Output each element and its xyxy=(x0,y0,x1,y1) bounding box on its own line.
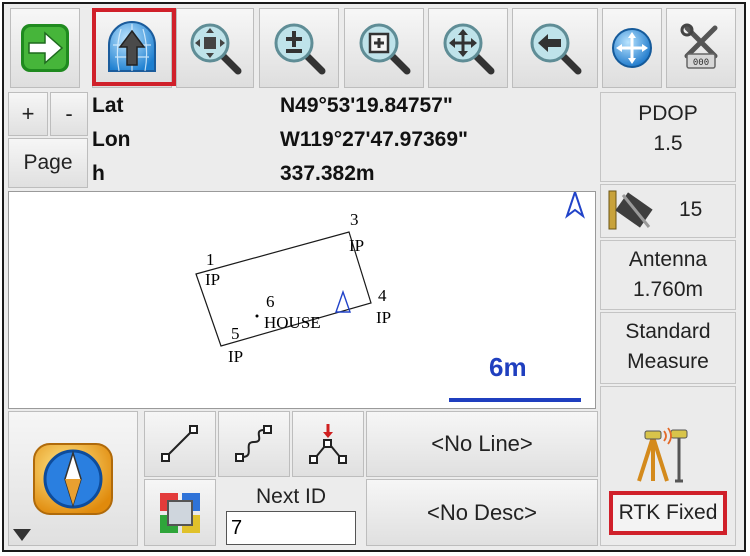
zoom-window-icon xyxy=(359,23,411,75)
compass-icon xyxy=(33,442,113,515)
tools-icon: 000 xyxy=(680,23,718,69)
layers-button[interactable] xyxy=(144,479,216,546)
plus-button[interactable]: + xyxy=(8,92,48,136)
pan-icon xyxy=(443,23,495,75)
point-1-num: 1 xyxy=(206,250,215,269)
tools-button[interactable]: 000 xyxy=(666,8,736,88)
measure-mode-line1: Standard xyxy=(625,320,711,343)
lon-value: W119°27'47.97369" xyxy=(280,128,468,151)
zoom-extents-icon xyxy=(190,23,242,75)
map-view[interactable]: 1 IP 3 IP 4 IP 5 IP 6 HOUSE 6m xyxy=(8,191,596,409)
zoom-previous-button[interactable] xyxy=(512,8,598,88)
svg-text:000: 000 xyxy=(693,58,709,68)
lat-label: Lat xyxy=(92,94,124,117)
point-4-code: IP xyxy=(376,308,392,327)
satellite-count: 15 xyxy=(679,198,703,221)
selected-tool-highlight xyxy=(92,8,176,86)
zoom-previous-icon xyxy=(530,23,582,75)
stakeout-button[interactable] xyxy=(8,411,138,546)
point-3-code: IP xyxy=(349,236,365,255)
satellite-icon xyxy=(608,190,653,230)
globe-button[interactable] xyxy=(602,8,662,88)
rtk-status-label: RTK Fixed xyxy=(609,491,727,535)
description-selector-button[interactable]: <No Desc> xyxy=(366,479,598,546)
globe-icon xyxy=(612,28,652,68)
point-5-num: 5 xyxy=(231,324,240,343)
pdop-panel[interactable]: PDOP 1.5 xyxy=(600,92,736,182)
height-value: 337.382m xyxy=(280,162,375,185)
satellite-panel[interactable]: 15 xyxy=(600,184,736,238)
lat-value: N49°53'19.84757" xyxy=(280,94,453,117)
height-label: h xyxy=(92,162,105,185)
north-arrow-icon xyxy=(565,192,585,219)
point-4-num: 4 xyxy=(378,286,387,305)
line-tool-button[interactable] xyxy=(144,411,216,477)
zoom-extents-button[interactable] xyxy=(176,8,254,88)
next-id-input[interactable]: 7 xyxy=(226,511,356,545)
insert-point-icon xyxy=(309,424,347,464)
house-point-dot xyxy=(255,314,259,318)
zoom-in-button[interactable] xyxy=(259,8,339,88)
antenna-height: 1.760m xyxy=(632,278,704,301)
line-icon xyxy=(161,425,198,462)
tripod-receiver-icon xyxy=(637,427,688,483)
pan-button[interactable] xyxy=(428,8,508,88)
point-5-code: IP xyxy=(228,347,244,366)
layers-icon xyxy=(160,492,200,533)
rtk-status-panel[interactable]: RTK Fixed xyxy=(600,386,736,546)
line-selector-button[interactable]: <No Line> xyxy=(366,411,598,477)
point-3-num: 3 xyxy=(350,210,359,229)
back-button[interactable] xyxy=(10,8,80,88)
point-1-code: IP xyxy=(205,270,221,289)
pdop-value: 1.5 xyxy=(653,132,683,155)
curve-icon xyxy=(235,425,272,462)
pdop-label: PDOP xyxy=(638,102,698,125)
point-6-code: HOUSE xyxy=(264,313,321,332)
next-id-section: Next ID 7 xyxy=(218,479,364,546)
curve-tool-button[interactable] xyxy=(218,411,290,477)
insert-point-button[interactable] xyxy=(292,411,364,477)
app-window: 000 + - Page Lat N49°53'19.84757" Lon W1… xyxy=(2,2,746,552)
antenna-label: Antenna xyxy=(628,248,708,271)
measure-mode-line2: Measure xyxy=(627,350,709,373)
dropdown-arrow-icon xyxy=(13,529,31,541)
minus-button[interactable]: - xyxy=(50,92,88,136)
zoom-window-button[interactable] xyxy=(344,8,424,88)
lon-label: Lon xyxy=(92,128,131,151)
zoom-in-icon xyxy=(274,23,326,75)
next-id-label: Next ID xyxy=(255,485,326,508)
antenna-panel[interactable]: Antenna 1.760m xyxy=(600,240,736,310)
scale-label: 6m xyxy=(489,352,527,382)
point-6-num: 6 xyxy=(266,292,275,311)
green-arrow-icon xyxy=(21,24,69,72)
page-button[interactable]: Page xyxy=(8,138,88,188)
measure-mode-panel[interactable]: Standard Measure xyxy=(600,312,736,384)
